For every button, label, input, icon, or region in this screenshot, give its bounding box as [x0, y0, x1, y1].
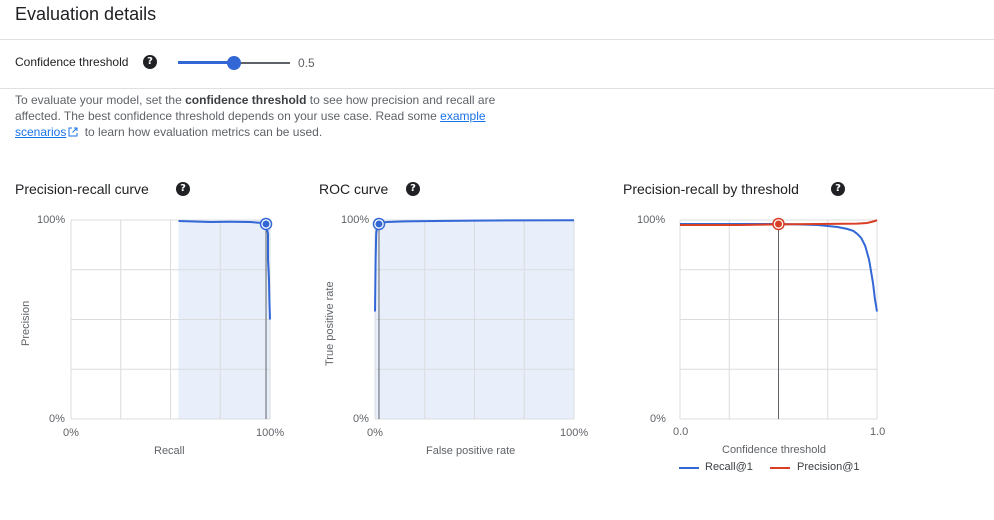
evaluation-charts [70, 217, 878, 420]
threshold-marker-dot [775, 220, 782, 228]
threshold-marker-dot [262, 220, 270, 228]
threshold-marker-dot [375, 220, 383, 228]
